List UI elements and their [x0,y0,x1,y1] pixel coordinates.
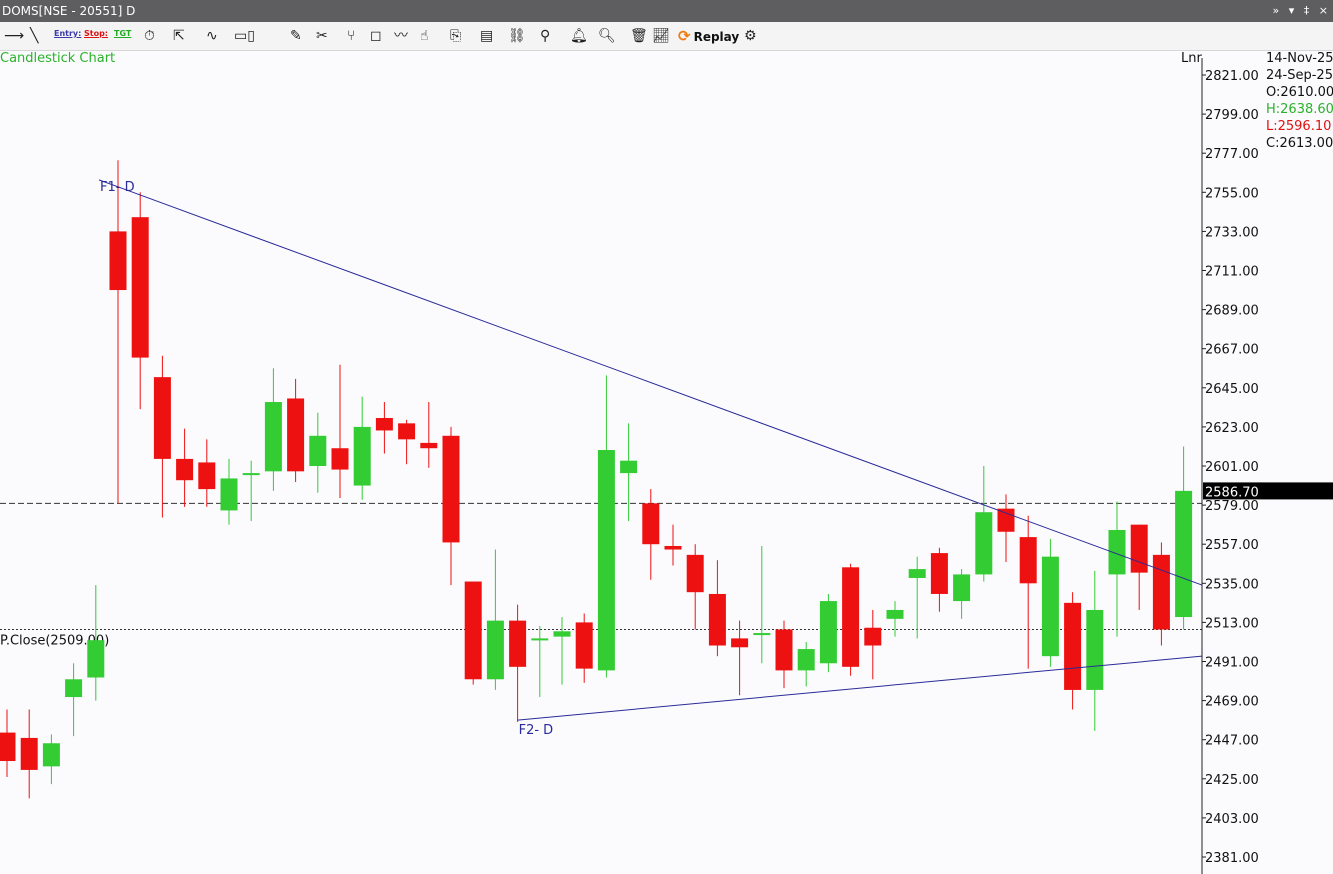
candle-down[interactable] [287,398,305,472]
y-axis-tick-label: 2667.00 [1205,343,1259,358]
y-axis-tick-label: 2645.00 [1205,382,1259,397]
candle-down[interactable] [1064,602,1082,690]
candle-up[interactable] [242,473,260,476]
y-axis-tick-label: 2821.00 [1205,69,1259,84]
candle-down[interactable] [375,418,393,431]
candle-up[interactable] [353,426,371,486]
candle-up[interactable] [220,478,238,511]
y-axis-tick-label: 2579.00 [1205,499,1259,514]
candle-down[interactable] [509,620,527,667]
info-open: O:2610.00 [1266,85,1333,100]
y-axis-tick-label: 2447.00 [1205,734,1259,749]
y-axis-tick-label: 2711.00 [1205,265,1259,280]
candle-down[interactable] [1130,524,1148,573]
info-date-2: 24-Sep-25 [1266,68,1333,83]
candle-down[interactable] [842,567,860,667]
candle-down[interactable] [131,217,149,358]
y-axis-tick-label: 2733.00 [1205,225,1259,240]
y-axis-tick-label: 2403.00 [1205,812,1259,827]
candle-down[interactable] [0,732,16,762]
candle-up[interactable] [1108,529,1126,575]
trendline-label: F1- D [100,180,135,195]
candle-down[interactable] [708,593,726,646]
candle-down[interactable] [464,581,482,680]
y-axis-tick-label: 2491.00 [1205,656,1259,671]
candle-down[interactable] [864,627,882,646]
y-axis-tick-label: 2469.00 [1205,695,1259,710]
y-axis-tick-label: 2799.00 [1205,108,1259,123]
candle-down[interactable] [442,435,460,543]
candle-up[interactable] [65,679,83,698]
candle-up[interactable] [975,512,993,575]
candle-down[interactable] [930,553,948,594]
candle-up[interactable] [309,435,327,466]
candlestick-chart[interactable]: P.Close(2509.00) F1- DF2- D 2821.002799.… [0,0,1333,874]
trendline-label: F2- D [519,723,554,738]
candle-down[interactable] [775,629,793,671]
candle-up[interactable] [1175,490,1193,618]
y-axis-tick-label: 2557.00 [1205,538,1259,553]
candle-up[interactable] [531,638,549,641]
y-axis-tick-label: 2535.00 [1205,577,1259,592]
candle-down[interactable] [664,545,682,550]
y-axis-tick-label: 2623.00 [1205,421,1259,436]
y-axis-tick-label: 2425.00 [1205,773,1259,788]
candle-down[interactable] [109,231,127,291]
candle-up[interactable] [597,450,615,671]
candle-up[interactable] [264,402,282,472]
y-axis-tick-label: 2601.00 [1205,460,1259,475]
last-price-label: 2586.70 [1205,485,1259,500]
candle-down[interactable] [420,442,438,449]
info-low: L:2596.10 [1266,119,1332,134]
candle-down[interactable] [331,448,349,470]
info-date-1: 14-Nov-25 [1266,51,1333,66]
ohlc-info-panel: 14-Nov-25 24-Sep-25 O:2610.00 H:2638.60 … [1266,50,1333,152]
candle-up[interactable] [620,460,638,474]
candle-down[interactable] [686,554,704,593]
y-axis-tick-label: 2755.00 [1205,186,1259,201]
candle-up[interactable] [1041,556,1059,657]
info-high: H:2638.60 [1266,102,1333,117]
candle-up[interactable] [87,640,105,678]
candle-up[interactable] [819,601,837,664]
candle-up[interactable] [886,609,904,619]
candle-up[interactable] [1086,609,1104,690]
candle-down[interactable] [575,622,593,669]
candle-down[interactable] [1152,554,1170,630]
candle-up[interactable] [908,569,926,578]
candle-up[interactable] [553,631,571,637]
candle-up[interactable] [953,574,971,602]
y-axis-tick-label: 2513.00 [1205,616,1259,631]
y-axis-tick-label: 2381.00 [1205,851,1259,866]
candle-down[interactable] [198,462,216,490]
candle-down[interactable] [153,377,171,459]
candle-up[interactable] [42,743,60,767]
candle-down[interactable] [642,503,660,545]
y-axis-tick-label: 2689.00 [1205,304,1259,319]
candle-down[interactable] [731,638,749,648]
candle-up[interactable] [486,620,504,680]
candle-up[interactable] [753,633,771,636]
candle-up[interactable] [797,649,815,671]
y-axis-tick-label: 2777.00 [1205,147,1259,162]
candle-down[interactable] [20,737,38,770]
candle-down[interactable] [1019,537,1037,584]
candle-down[interactable] [176,458,194,481]
candle-down[interactable] [398,423,416,440]
info-close: C:2613.00 [1266,136,1333,151]
candle-down[interactable] [997,508,1015,532]
